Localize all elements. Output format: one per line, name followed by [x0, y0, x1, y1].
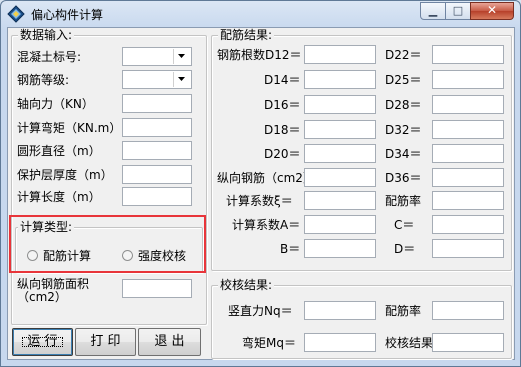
dropdown-button[interactable]: [173, 72, 190, 87]
d25-output[interactable]: [432, 70, 504, 89]
dropdown-button[interactable]: [173, 49, 190, 64]
calc-length-label: 计算长度（m）: [17, 190, 101, 204]
minimize-icon: ▁: [428, 4, 438, 17]
d36-output[interactable]: [432, 168, 504, 187]
maximize-button[interactable]: □: [445, 2, 471, 20]
run-button[interactable]: 运 行: [12, 328, 73, 356]
check-results-title: 校核结果:: [218, 278, 275, 292]
d18-output[interactable]: [304, 120, 376, 139]
print-button-label: 打 印: [90, 334, 121, 349]
d28-output[interactable]: [432, 95, 504, 114]
d20-output[interactable]: [304, 144, 376, 163]
app-window: 偏心构件计算 ▁ □ ✕ 数据输入: 混凝土标号: 钢筋等级: 轴向力（KN） …: [0, 0, 521, 367]
c-output[interactable]: [432, 215, 504, 234]
d16-output[interactable]: [304, 95, 376, 114]
close-icon: ✕: [486, 3, 498, 17]
exit-button-label: 退 出: [154, 334, 185, 349]
d32-output[interactable]: [432, 120, 504, 139]
b-output[interactable]: [304, 239, 376, 258]
d16-label: D16＝: [264, 98, 301, 112]
cover-thickness-input[interactable]: [122, 165, 192, 184]
coef-a-output[interactable]: [304, 215, 376, 234]
nq-output[interactable]: [304, 301, 376, 320]
steel-area-label: 纵向钢筋面积（cm2）: [17, 277, 90, 304]
moment-label: 计算弯矩（KN.m）: [17, 121, 122, 135]
d28-label: D28＝: [385, 98, 422, 112]
d34-output[interactable]: [432, 144, 504, 163]
check-result-label: 校核结果: [385, 336, 434, 350]
steel-grade-label: 钢筋等级:: [17, 73, 70, 87]
exit-button[interactable]: 退 出: [138, 328, 201, 356]
maximize-icon: □: [452, 4, 464, 17]
c-label: C＝: [394, 218, 415, 232]
diameter-label: 圆形直径（m）: [17, 144, 101, 158]
reinforce-calc-option[interactable]: 配筋计算: [43, 249, 91, 263]
d25-label: D25＝: [385, 73, 422, 87]
check-result-output[interactable]: [432, 333, 504, 352]
cover-thickness-label: 保护层厚度（m）: [17, 168, 113, 182]
d18-label: D18＝: [264, 123, 301, 137]
d20-label: D20＝: [264, 147, 301, 161]
concrete-grade-select[interactable]: [122, 47, 192, 66]
steel-grade-select[interactable]: [122, 70, 192, 89]
chevron-down-icon: [178, 77, 185, 81]
b-label: B＝: [280, 242, 301, 256]
long-steel-label: 纵向钢筋（cm2）: [217, 171, 315, 185]
ratio-label: 配筋率: [385, 194, 422, 208]
moment-input[interactable]: [122, 118, 192, 137]
d-output[interactable]: [432, 239, 504, 258]
d12-label: 钢筋根数D12＝: [217, 48, 302, 62]
title-bar[interactable]: 偏心构件计算 ▁ □ ✕: [1, 1, 520, 27]
d36-label: D36＝: [385, 171, 422, 185]
d14-label: D14＝: [264, 73, 301, 87]
diameter-input[interactable]: [122, 141, 192, 160]
chevron-down-icon: [178, 54, 185, 58]
client-area: 数据输入: 混凝土标号: 钢筋等级: 轴向力（KN） 计算弯矩（KN.m） 圆形…: [7, 27, 515, 360]
calc-length-input[interactable]: [122, 187, 192, 206]
radio-reinforce[interactable]: [27, 250, 38, 261]
mq-output[interactable]: [304, 333, 376, 352]
steel-area-input[interactable]: [122, 279, 192, 298]
coef-xi-output[interactable]: [304, 191, 376, 210]
d34-label: D34＝: [385, 147, 422, 161]
d-label: D＝: [394, 242, 416, 256]
window-title: 偏心构件计算: [31, 8, 104, 22]
close-button[interactable]: ✕: [470, 2, 514, 20]
d22-output[interactable]: [432, 45, 504, 64]
calc-type-title: 计算类型:: [18, 220, 75, 234]
strength-check-option[interactable]: 强度校核: [138, 249, 186, 263]
radio-check[interactable]: [122, 250, 133, 261]
nq-label: 竖直力Nq＝: [228, 304, 293, 318]
long-steel-output[interactable]: [304, 168, 376, 187]
results-title: 配筋结果:: [218, 28, 275, 42]
check-ratio-output[interactable]: [432, 301, 504, 320]
app-icon: [7, 5, 25, 23]
d22-label: D22＝: [385, 48, 422, 62]
axial-force-input[interactable]: [122, 94, 192, 113]
minimize-button[interactable]: ▁: [420, 2, 446, 20]
focus-rect: [22, 337, 63, 347]
axial-force-label: 轴向力（KN）: [17, 97, 94, 111]
print-button[interactable]: 打 印: [75, 328, 136, 356]
check-ratio-label: 配筋率: [385, 304, 422, 318]
d32-label: D32＝: [385, 123, 422, 137]
d14-output[interactable]: [304, 70, 376, 89]
concrete-grade-label: 混凝土标号:: [17, 50, 82, 64]
coef-xi-label: 计算系数ξ＝: [226, 194, 293, 208]
ratio-output[interactable]: [432, 191, 504, 210]
d12-output[interactable]: [304, 45, 376, 64]
coef-a-label: 计算系数A＝: [232, 218, 301, 232]
data-input-title: 数据输入:: [18, 28, 75, 42]
mq-label: 弯矩Mq＝: [242, 336, 296, 350]
